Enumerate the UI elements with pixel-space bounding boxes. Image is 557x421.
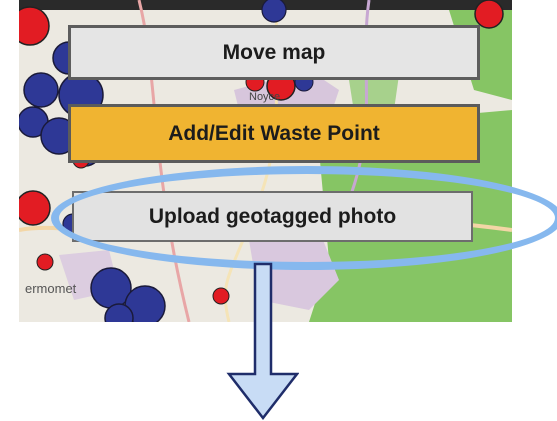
waste-point-red[interactable] — [474, 0, 504, 29]
add-edit-waste-point-button[interactable]: Add/Edit Waste Point — [68, 104, 480, 163]
upload-geotagged-photo-button-label: Upload geotagged photo — [148, 204, 397, 228]
place-label: ermomet — [25, 281, 77, 296]
move-map-button[interactable]: Move map — [68, 25, 480, 80]
move-map-button-label: Move map — [222, 40, 326, 64]
add-edit-waste-point-button-label: Add/Edit Waste Point — [168, 121, 380, 145]
waste-point-red[interactable] — [19, 190, 51, 226]
down-arrow-icon — [226, 262, 299, 420]
place-label: Noyce — [249, 91, 280, 103]
waste-point-blue[interactable] — [261, 0, 287, 23]
waste-point-red[interactable] — [36, 253, 54, 271]
waste-point-red[interactable] — [19, 6, 50, 46]
waste-point-blue[interactable] — [23, 72, 59, 108]
upload-geotagged-photo-button[interactable]: Upload geotagged photo — [72, 191, 473, 242]
